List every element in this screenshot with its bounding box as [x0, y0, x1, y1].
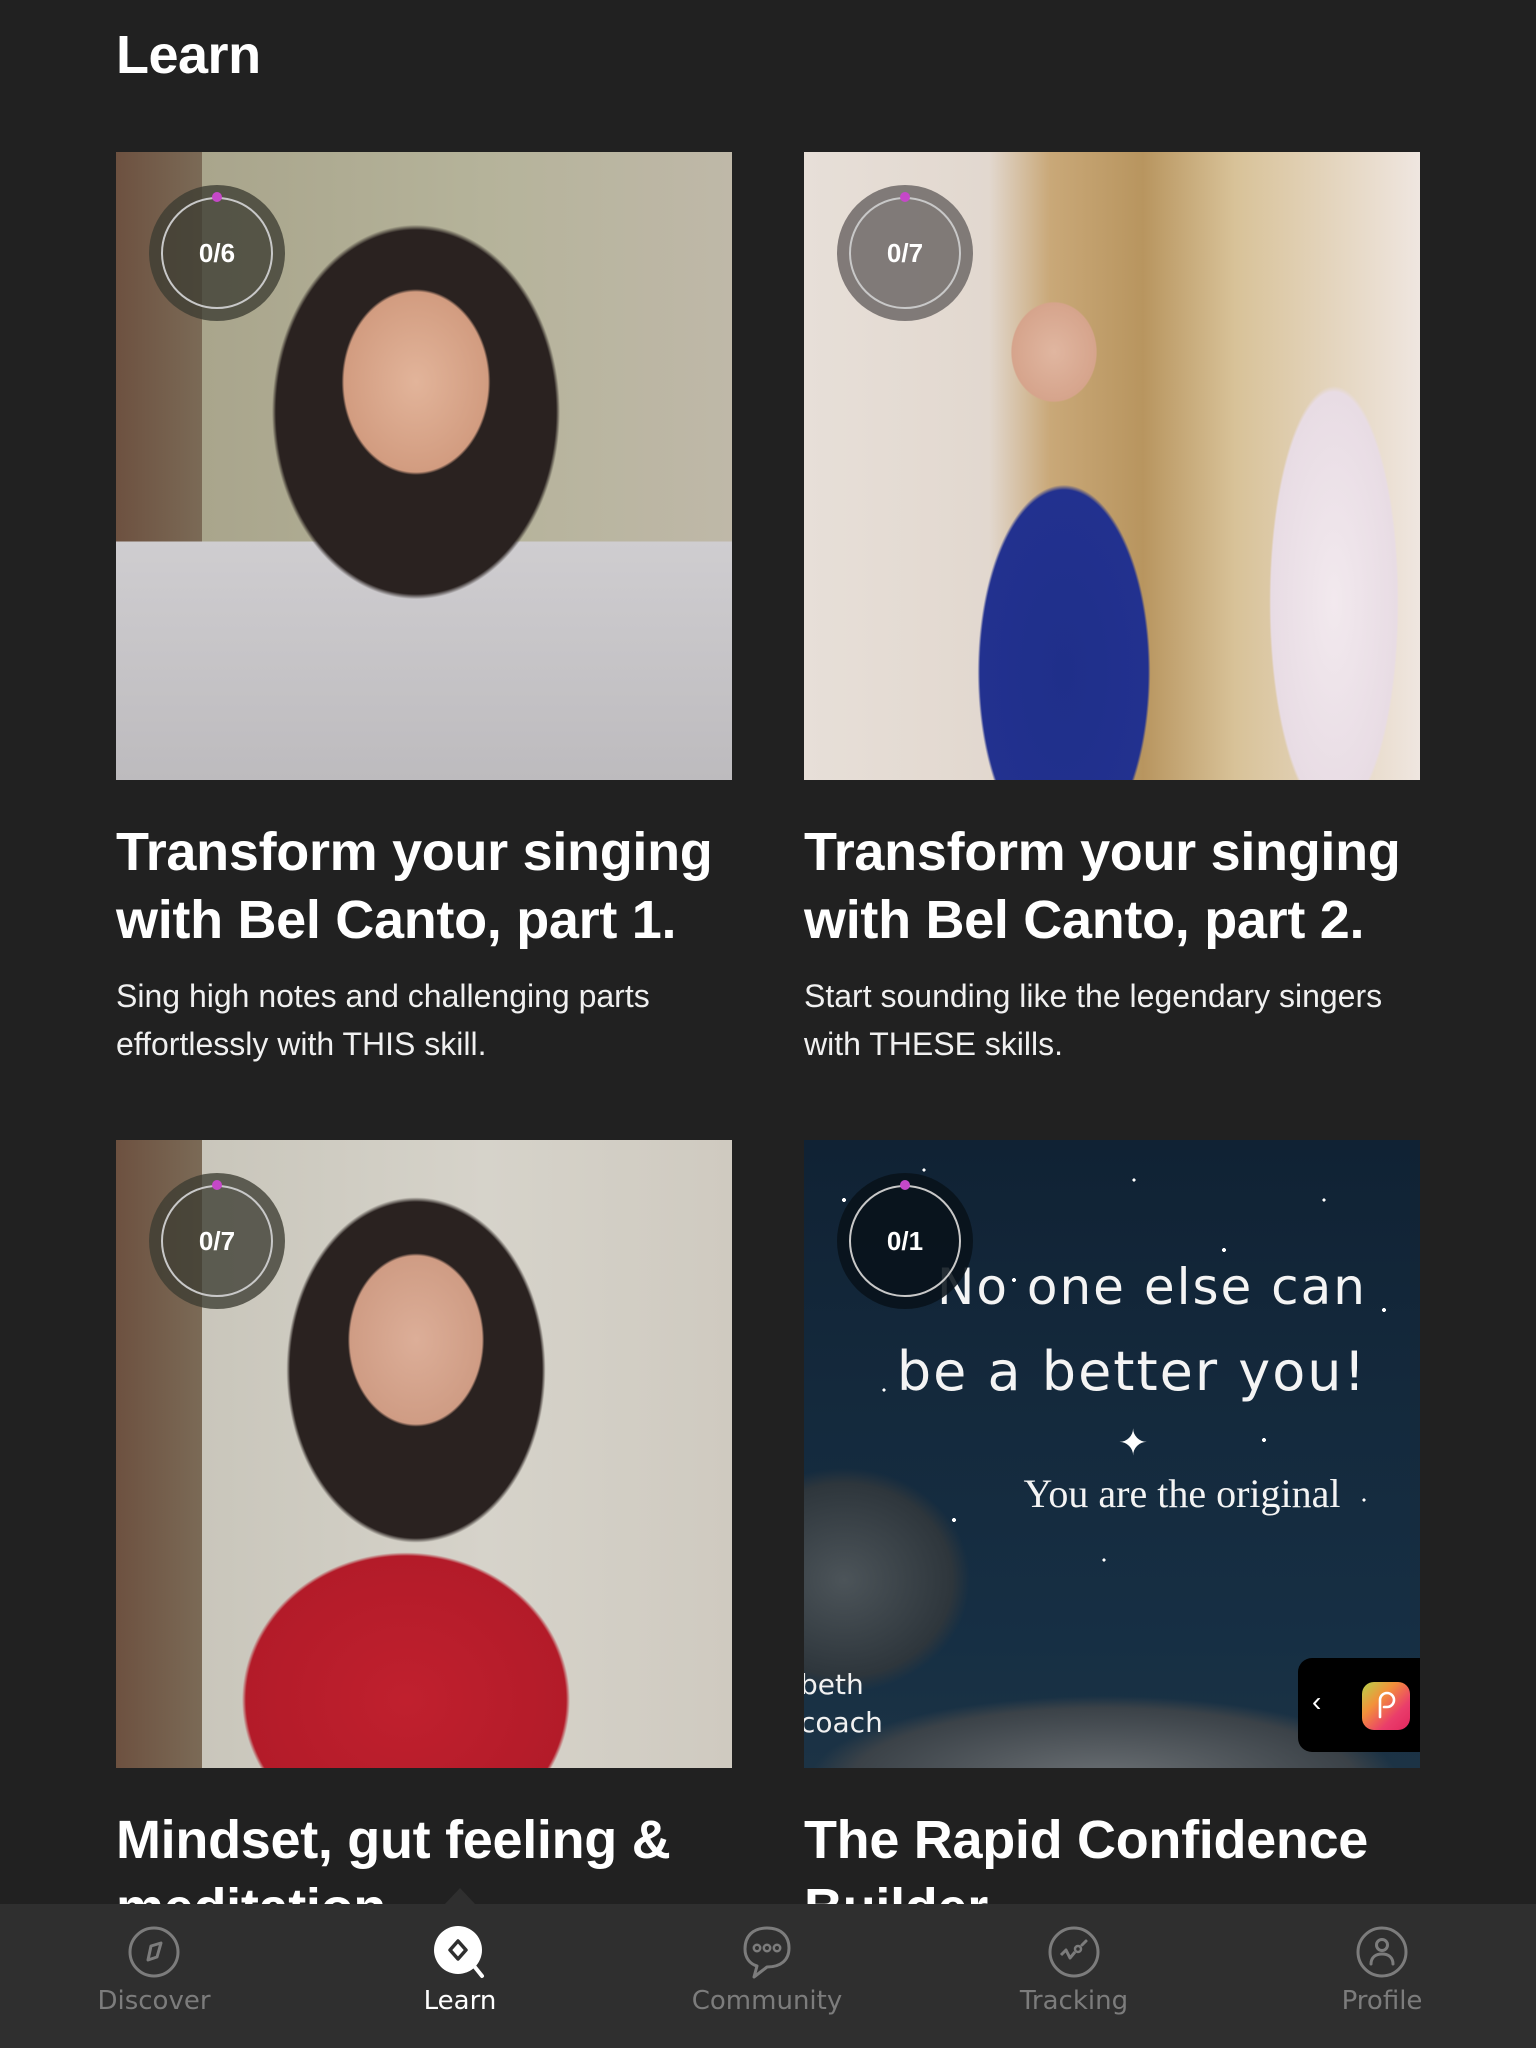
tab-label: Discover [97, 1986, 211, 2016]
compass-icon [128, 1926, 180, 1978]
course-card[interactable]: No one else can be a better you! ✦ You a… [804, 1140, 1420, 1942]
course-description: Start sounding like the legendary singer… [804, 978, 1383, 1062]
course-thumbnail[interactable]: 0/7 [116, 1140, 732, 1768]
chat-bubble-icon [743, 1926, 791, 1979]
tab-label: Tracking [1019, 1986, 1129, 2016]
tab-label: Profile [1341, 1986, 1423, 2016]
tracking-chart-icon [1048, 1926, 1100, 1978]
thumbnail-quote-line: be a better you! [896, 1340, 1368, 1403]
course-card[interactable]: 0/6 Transform your singing with Bel Cant… [116, 152, 732, 1068]
profile-icon [1356, 1926, 1408, 1978]
progress-count: 0/6 [198, 237, 236, 268]
tab-community[interactable]: Community [667, 1904, 867, 2048]
progress-ring: 0/7 [837, 185, 973, 321]
progress-count: 0/1 [886, 1225, 924, 1256]
chevron-left-icon[interactable]: ‹ [1312, 1686, 1321, 1718]
tab-label: Learn [423, 1986, 497, 2016]
tab-discover[interactable]: Discover [54, 1904, 254, 2048]
course-card[interactable]: 0/7 Transform your singing with Bel Cant… [804, 152, 1420, 1068]
tab-label: Community [691, 1986, 843, 2016]
app-logo-icon[interactable] [1362, 1682, 1410, 1730]
app-switcher-panel[interactable]: ‹ [1298, 1658, 1420, 1752]
tab-profile[interactable]: Profile [1282, 1904, 1482, 2048]
course-thumbnail[interactable]: 0/6 [116, 152, 732, 780]
thumbnail-signature: coach [804, 1706, 883, 1739]
course-title[interactable]: Transform your singing with Bel Canto, p… [804, 818, 1420, 954]
tab-learn[interactable]: Learn [360, 1904, 560, 2048]
sparkle-icon: ✦ [1118, 1422, 1149, 1463]
progress-ring: 0/6 [149, 185, 285, 321]
page-title: Learn [116, 25, 261, 85]
course-card[interactable]: 0/7 Mindset, gut feeling & meditation [116, 1140, 732, 1942]
progress-count: 0/7 [886, 237, 924, 268]
learn-page: Learn 0/6 Transform your singing with Be… [0, 0, 1536, 2048]
thumbnail-signature: beth [804, 1668, 864, 1701]
progress-ring: 0/1 [837, 1173, 973, 1309]
course-description: Sing high notes and challenging parts ef… [116, 978, 650, 1062]
course-thumbnail[interactable]: 0/7 [804, 152, 1420, 780]
progress-ring: 0/7 [149, 1173, 285, 1309]
learn-search-icon [434, 1926, 484, 1978]
tab-tracking[interactable]: Tracking [974, 1904, 1174, 2048]
thumbnail-quote-subline: You are the original [1023, 1471, 1341, 1516]
course-title[interactable]: Transform your singing with Bel Canto, p… [116, 818, 732, 954]
bottom-navigation: Discover Learn Community Tracking Profil… [0, 1904, 1536, 2048]
progress-count: 0/7 [198, 1225, 236, 1256]
